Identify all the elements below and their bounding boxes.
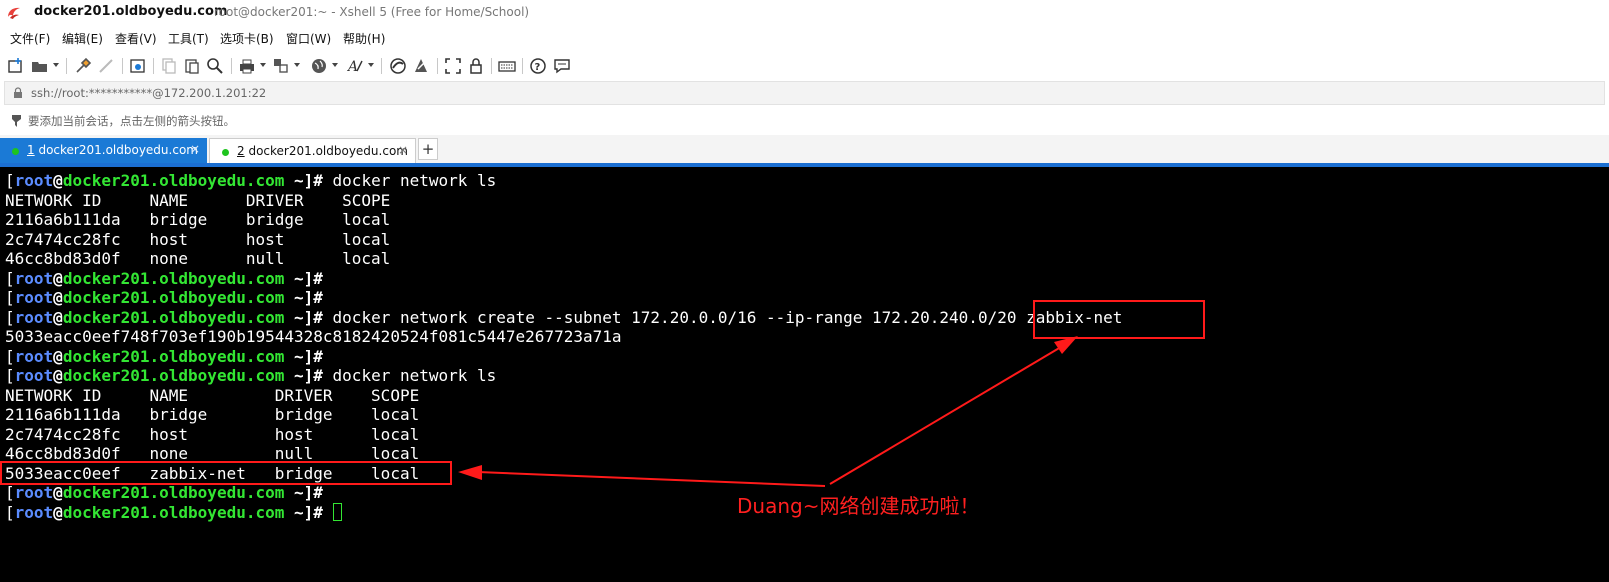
annotation-text: Duang~网络创建成功啦！ [737,494,980,518]
